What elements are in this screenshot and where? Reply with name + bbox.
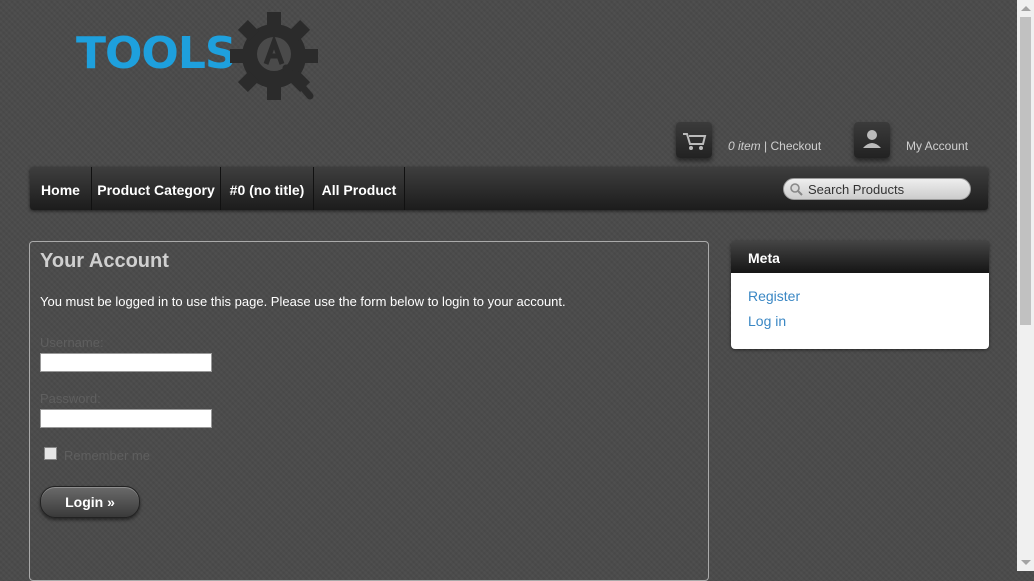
meta-title: Meta: [731, 241, 989, 273]
username-label: Username:: [40, 335, 104, 350]
nav-item-product-category[interactable]: Product Category: [92, 167, 221, 210]
meta-widget: Meta Register Log in: [731, 241, 989, 349]
log-in-link[interactable]: Log in: [748, 313, 786, 329]
search-input[interactable]: [808, 180, 958, 198]
nav-item-home[interactable]: Home: [30, 167, 92, 210]
logo-text: TOOLS: [76, 28, 237, 79]
account-panel: Your Account You must be logged in to us…: [29, 241, 709, 581]
cart-count: 0 item: [728, 139, 761, 153]
page-title: Your Account: [40, 250, 169, 272]
cart-separator: |: [760, 139, 771, 153]
main-nav: Home Product Category #0 (no title) All …: [30, 167, 988, 210]
password-field[interactable]: [40, 409, 212, 428]
vertical-scrollbar[interactable]: [1017, 0, 1034, 571]
checkout-link[interactable]: Checkout: [770, 139, 821, 153]
nav-item-all-product[interactable]: All Product: [314, 167, 405, 210]
remember-me-checkbox[interactable]: [44, 447, 57, 460]
gear-logo-icon: [230, 12, 318, 100]
my-account-link[interactable]: My Account: [906, 139, 968, 153]
password-label: Password:: [40, 391, 101, 406]
meta-links: Register Log in: [731, 273, 989, 349]
user-icon[interactable]: [854, 122, 890, 158]
site-logo[interactable]: TOOLS: [76, 10, 326, 102]
register-link[interactable]: Register: [748, 288, 800, 304]
search-box: [783, 178, 971, 200]
login-required-message: You must be logged in to use this page. …: [40, 294, 566, 309]
scroll-down-icon[interactable]: [1021, 560, 1031, 565]
cart-summary[interactable]: 0 item | Checkout: [728, 139, 821, 153]
login-button[interactable]: Login »: [40, 486, 140, 518]
header-actions: 0 item | Checkout My Account: [670, 120, 990, 164]
scroll-thumb[interactable]: [1020, 17, 1031, 325]
shopping-cart-icon[interactable]: [676, 122, 712, 158]
nav-item-no-title[interactable]: #0 (no title): [221, 167, 314, 210]
scroll-up-icon[interactable]: [1021, 6, 1031, 11]
search-icon: [789, 182, 803, 201]
remember-me-label: Remember me: [64, 448, 150, 463]
username-field[interactable]: [40, 353, 212, 372]
